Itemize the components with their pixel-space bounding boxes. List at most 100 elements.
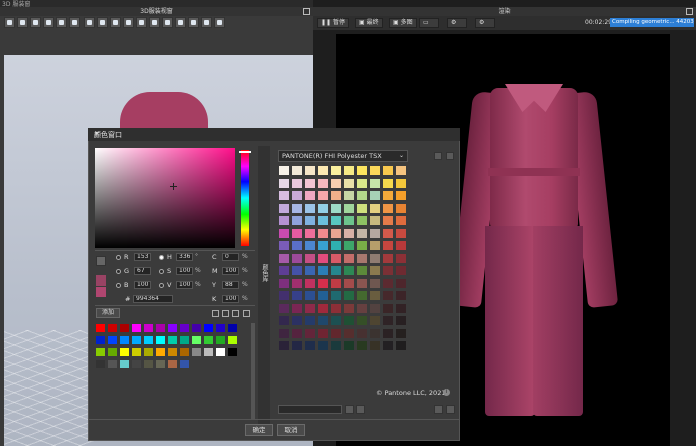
g-radio[interactable]: [116, 269, 121, 274]
color-swatch[interactable]: [95, 359, 106, 369]
h-field[interactable]: 336: [176, 253, 193, 261]
hue-slider[interactable]: [241, 150, 249, 246]
pantone-swatch[interactable]: [278, 290, 290, 301]
pantone-swatch[interactable]: [278, 215, 290, 226]
pantone-swatch[interactable]: [278, 165, 290, 176]
saturation-value-picker[interactable]: [95, 148, 235, 248]
pantone-swatch[interactable]: [356, 265, 368, 276]
color-swatch[interactable]: [215, 323, 226, 333]
pantone-swatch[interactable]: [317, 190, 329, 201]
pantone-swatch[interactable]: [343, 240, 355, 251]
color-swatch[interactable]: [203, 323, 214, 333]
pantone-swatch[interactable]: [278, 340, 290, 351]
v-field[interactable]: 100: [176, 281, 193, 289]
pantone-swatch[interactable]: [343, 227, 355, 239]
pantone-search-input[interactable]: [278, 405, 342, 414]
grid-view-icon[interactable]: [446, 405, 455, 414]
pantone-swatch[interactable]: [369, 340, 381, 351]
pantone-swatch[interactable]: [330, 327, 342, 339]
pantone-swatch[interactable]: [369, 202, 381, 214]
pantone-swatch[interactable]: [317, 315, 329, 326]
color-swatch[interactable]: [131, 335, 142, 345]
color-swatch[interactable]: [155, 359, 166, 369]
pantone-swatch[interactable]: [356, 302, 368, 314]
color-swatch[interactable]: [107, 347, 118, 357]
outfit-view-icon[interactable]: [201, 17, 212, 28]
pantone-swatch[interactable]: [382, 327, 394, 339]
color-picker-cursor[interactable]: [170, 183, 177, 190]
pantone-swatch[interactable]: [278, 252, 290, 264]
b-field[interactable]: 100: [134, 281, 151, 289]
ok-button[interactable]: 确定: [245, 424, 273, 436]
pantone-swatch[interactable]: [330, 302, 342, 314]
grid-view-icon[interactable]: [243, 310, 250, 317]
pantone-swatch[interactable]: [395, 240, 407, 251]
color-swatch[interactable]: [119, 347, 130, 357]
pantone-swatch[interactable]: [278, 302, 290, 314]
pantone-swatch[interactable]: [304, 315, 316, 326]
pantone-swatch[interactable]: [330, 277, 342, 289]
pantone-swatch[interactable]: [317, 327, 329, 339]
pantone-swatch[interactable]: [382, 290, 394, 301]
color-swatch[interactable]: [131, 323, 142, 333]
pantone-swatch[interactable]: [343, 190, 355, 201]
pantone-swatch[interactable]: [330, 252, 342, 264]
hex-field[interactable]: 994364: [133, 295, 173, 303]
pantone-swatch[interactable]: [343, 327, 355, 339]
pants-view-icon[interactable]: [188, 17, 199, 28]
c-field[interactable]: 0: [222, 253, 239, 261]
color-swatch[interactable]: [167, 359, 178, 369]
color-swatch[interactable]: [95, 323, 106, 333]
bulb-icon[interactable]: [232, 310, 239, 317]
pantone-swatch[interactable]: [317, 277, 329, 289]
pantone-swatch[interactable]: [356, 340, 368, 351]
pantone-swatch[interactable]: [278, 277, 290, 289]
color-swatch[interactable]: [215, 347, 226, 357]
h-radio[interactable]: [159, 255, 164, 260]
final-button[interactable]: ▣ 最终: [355, 18, 383, 28]
color-swatch[interactable]: [203, 347, 214, 357]
color-swatch[interactable]: [131, 359, 142, 369]
pantone-library-select[interactable]: PANTONE(R) FHI Polyester TSX ⌄: [278, 150, 408, 162]
button-tool-icon[interactable]: [97, 17, 108, 28]
pantone-swatch[interactable]: [330, 165, 342, 176]
list-view-icon[interactable]: [434, 405, 443, 414]
save-icon[interactable]: [222, 310, 229, 317]
color-swatch[interactable]: [191, 323, 202, 333]
pantone-swatch[interactable]: [291, 315, 303, 326]
pantone-swatch[interactable]: [291, 302, 303, 314]
color-swatch[interactable]: [179, 347, 190, 357]
cancel-button[interactable]: 取消: [277, 424, 305, 436]
pantone-swatch[interactable]: [356, 215, 368, 226]
pantone-swatch[interactable]: [304, 190, 316, 201]
pantone-swatch[interactable]: [395, 315, 407, 326]
color-swatch[interactable]: [143, 335, 154, 345]
search-clear-icon[interactable]: [356, 405, 365, 414]
hue-slider-handle[interactable]: [239, 151, 251, 153]
pantone-swatch[interactable]: [369, 277, 381, 289]
pantone-swatch[interactable]: [291, 240, 303, 251]
color-swatch[interactable]: [143, 347, 154, 357]
color-swatch[interactable]: [107, 323, 118, 333]
pantone-swatch[interactable]: [356, 252, 368, 264]
pantone-swatch[interactable]: [317, 302, 329, 314]
color-swatch[interactable]: [143, 359, 154, 369]
trash-icon[interactable]: [446, 152, 454, 160]
pantone-swatch[interactable]: [291, 190, 303, 201]
color-swatch[interactable]: [191, 335, 202, 345]
pause-button[interactable]: ❚❚ 暂停: [317, 18, 349, 28]
texture-view-icon[interactable]: [162, 17, 173, 28]
pantone-swatch[interactable]: [291, 165, 303, 176]
pantone-swatch[interactable]: [395, 190, 407, 201]
pantone-swatch[interactable]: [343, 302, 355, 314]
pantone-swatch[interactable]: [356, 240, 368, 251]
folder-icon[interactable]: [212, 310, 219, 317]
s-radio[interactable]: [159, 269, 164, 274]
y-field[interactable]: 88: [222, 281, 239, 289]
pantone-swatch[interactable]: [291, 277, 303, 289]
pantone-swatch[interactable]: [304, 215, 316, 226]
pantone-swatch[interactable]: [291, 252, 303, 264]
pantone-swatch[interactable]: [395, 302, 407, 314]
render-settings-button[interactable]: ⚙: [447, 18, 467, 28]
pantone-swatch[interactable]: [369, 315, 381, 326]
